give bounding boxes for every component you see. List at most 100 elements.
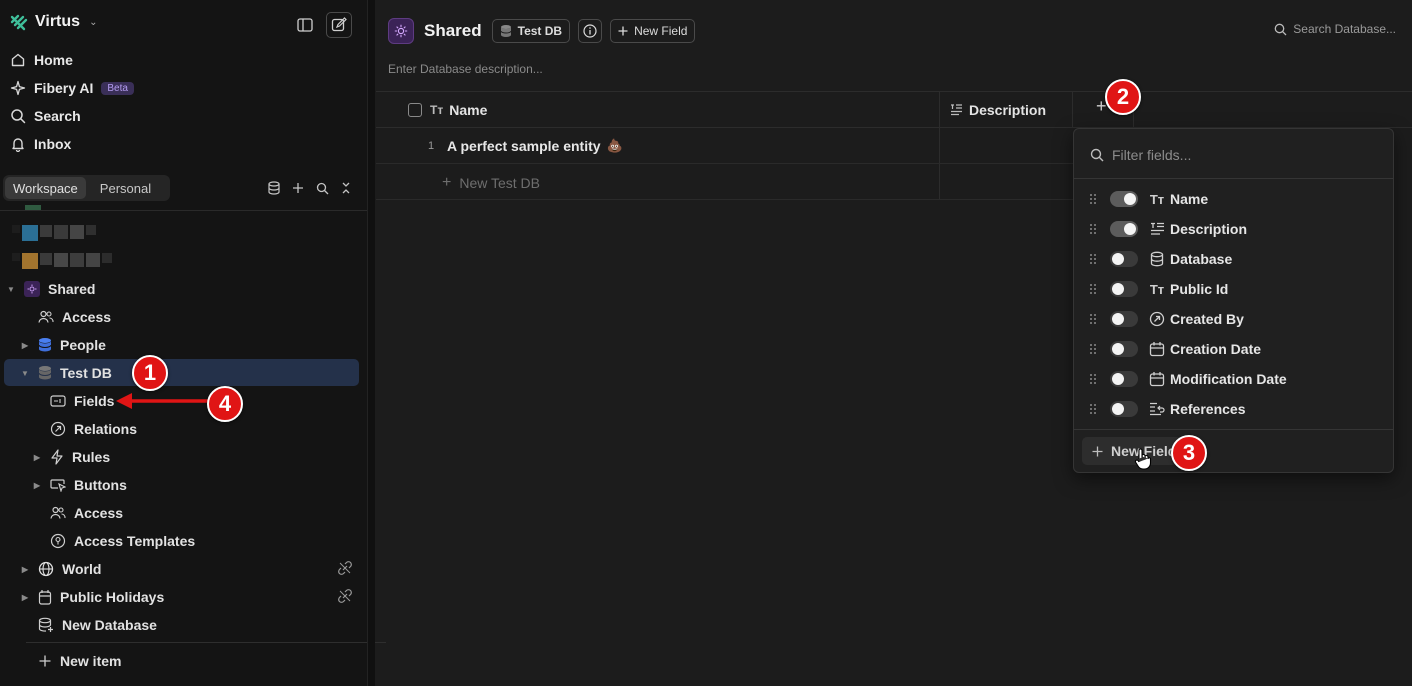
relation-icon xyxy=(50,421,66,437)
unlink-icon[interactable] xyxy=(338,589,352,606)
field-visibility-toggle[interactable] xyxy=(1110,371,1138,387)
toggle-knob xyxy=(1112,253,1124,265)
plus-icon[interactable] xyxy=(291,180,305,196)
database-description-input[interactable]: Enter Database description... xyxy=(388,62,543,76)
nav-search[interactable]: Search xyxy=(10,105,81,127)
beta-badge: Beta xyxy=(101,81,134,95)
database-icon xyxy=(1148,250,1166,268)
field-row[interactable]: References xyxy=(1074,394,1393,424)
drag-handle-icon[interactable] xyxy=(1088,283,1098,295)
field-visibility-toggle[interactable] xyxy=(1110,251,1138,267)
drag-handle-icon[interactable] xyxy=(1088,193,1098,205)
drag-handle-icon[interactable] xyxy=(1088,343,1098,355)
search-database[interactable]: Search Database... xyxy=(1274,22,1396,36)
nav-inbox[interactable]: Inbox xyxy=(10,133,71,155)
tree-item-new-database[interactable]: New Database xyxy=(38,612,157,638)
column-header-description[interactable]: Description xyxy=(950,92,1046,128)
tree-item-label: People xyxy=(60,337,106,353)
new-field-button[interactable]: New Field xyxy=(610,19,696,43)
field-visibility-toggle[interactable] xyxy=(1110,191,1138,207)
space-icon xyxy=(24,281,40,297)
select-all-checkbox[interactable] xyxy=(408,103,422,117)
new-item-button[interactable]: New item xyxy=(38,648,121,674)
caret-right-icon: ▶ xyxy=(21,340,29,350)
tree-item-buttons[interactable]: ▶ Buttons xyxy=(32,472,127,498)
tree-item-rules[interactable]: ▶ Rules xyxy=(32,444,110,470)
compose-icon[interactable] xyxy=(326,12,352,38)
database-chip[interactable]: Test DB xyxy=(491,19,571,43)
column-header-name[interactable]: Tт Name xyxy=(408,92,487,128)
caret-right-icon: ▶ xyxy=(33,480,41,490)
tree-item-public-holidays[interactable]: ▶ Public Holidays xyxy=(20,584,164,610)
field-row[interactable]: Tт Public Id xyxy=(1074,274,1393,304)
tree-item-label: Relations xyxy=(74,421,138,437)
tree-item-access[interactable]: Access xyxy=(38,304,111,330)
field-row[interactable]: Tт Name xyxy=(1074,184,1393,214)
tab-personal[interactable]: Personal xyxy=(92,177,159,199)
annotation-badge-3: 3 xyxy=(1171,435,1207,471)
nav-fibery-ai[interactable]: Fibery AI Beta xyxy=(10,77,134,99)
tree-item-test-db[interactable]: ▼ Test DB xyxy=(20,360,112,386)
rich-text-icon xyxy=(951,104,962,116)
tree-item-fields[interactable]: Fields xyxy=(50,388,114,414)
field-row[interactable]: Description xyxy=(1074,214,1393,244)
database-header: Shared Test DB New Field xyxy=(388,18,696,44)
field-row[interactable]: Modification Date xyxy=(1074,364,1393,394)
nav-fibery-ai-label: Fibery AI xyxy=(34,80,94,96)
column-header-label: Name xyxy=(449,102,488,118)
search-icon[interactable] xyxy=(315,180,329,196)
row-name[interactable]: A perfect sample entity 💩 xyxy=(447,138,623,154)
field-visibility-toggle[interactable] xyxy=(1110,221,1138,237)
tree-item-label: New Database xyxy=(62,617,157,633)
drag-handle-icon[interactable] xyxy=(1088,313,1098,325)
sidebar-toggle-icon[interactable] xyxy=(292,12,318,38)
page-title: Shared xyxy=(424,21,482,40)
users-icon xyxy=(50,506,66,519)
toggle-knob xyxy=(1112,343,1124,355)
new-row-button[interactable]: + New Test DB xyxy=(442,174,540,192)
new-row[interactable]: + New Test DB xyxy=(376,164,1134,200)
info-icon[interactable] xyxy=(578,19,603,43)
filter-fields-input[interactable]: Filter fields... xyxy=(1090,147,1191,163)
tree-item-shared[interactable]: ▼ Shared xyxy=(6,276,95,302)
blurred-item xyxy=(25,205,41,210)
unlink-icon[interactable] xyxy=(338,561,352,578)
search-icon xyxy=(11,109,26,124)
field-row[interactable]: Creation Date xyxy=(1074,334,1393,364)
cursor-button-icon xyxy=(50,479,66,492)
drag-handle-icon[interactable] xyxy=(1088,373,1098,385)
toggle-knob xyxy=(1124,193,1136,205)
field-visibility-toggle[interactable] xyxy=(1110,281,1138,297)
nav-search-label: Search xyxy=(34,108,81,124)
tab-workspace[interactable]: Workspace xyxy=(5,177,86,199)
drag-handle-icon[interactable] xyxy=(1088,403,1098,415)
bell-icon xyxy=(12,138,24,152)
database-icon[interactable] xyxy=(267,180,281,196)
annotation-badge-2: 2 xyxy=(1105,79,1141,115)
annotation-badge-4: 4 xyxy=(207,386,243,422)
sidebar-resize-handle[interactable] xyxy=(367,0,375,686)
workspace-switcher[interactable]: Virtus ⌄ xyxy=(10,13,97,31)
collapse-icon[interactable] xyxy=(339,180,353,196)
field-row[interactable]: Database xyxy=(1074,244,1393,274)
drag-handle-icon[interactable] xyxy=(1088,223,1098,235)
tree-item-relations[interactable]: Relations xyxy=(50,416,137,442)
field-row[interactable]: Created By xyxy=(1074,304,1393,334)
plus-icon xyxy=(39,655,51,667)
tree-item-access-db[interactable]: Access xyxy=(50,500,123,526)
text-type-icon: Tт xyxy=(1149,191,1165,207)
drag-handle-icon[interactable] xyxy=(1088,253,1098,265)
tree-item-world[interactable]: ▶ World xyxy=(20,556,101,582)
field-visibility-toggle[interactable] xyxy=(1110,311,1138,327)
database-icon xyxy=(500,25,512,37)
table-row[interactable]: 1 A perfect sample entity 💩 xyxy=(376,128,1134,164)
caret-right-icon: ▶ xyxy=(21,564,29,574)
field-visibility-toggle[interactable] xyxy=(1110,401,1138,417)
database-chip-label: Test DB xyxy=(517,24,563,38)
field-visibility-toggle[interactable] xyxy=(1110,341,1138,357)
tree-item-people[interactable]: ▶ People xyxy=(20,332,106,358)
database-plus-icon xyxy=(38,617,53,632)
tree-item-access-templates[interactable]: Access Templates xyxy=(50,528,195,554)
users-icon xyxy=(38,310,54,323)
nav-home[interactable]: Home xyxy=(10,49,73,71)
